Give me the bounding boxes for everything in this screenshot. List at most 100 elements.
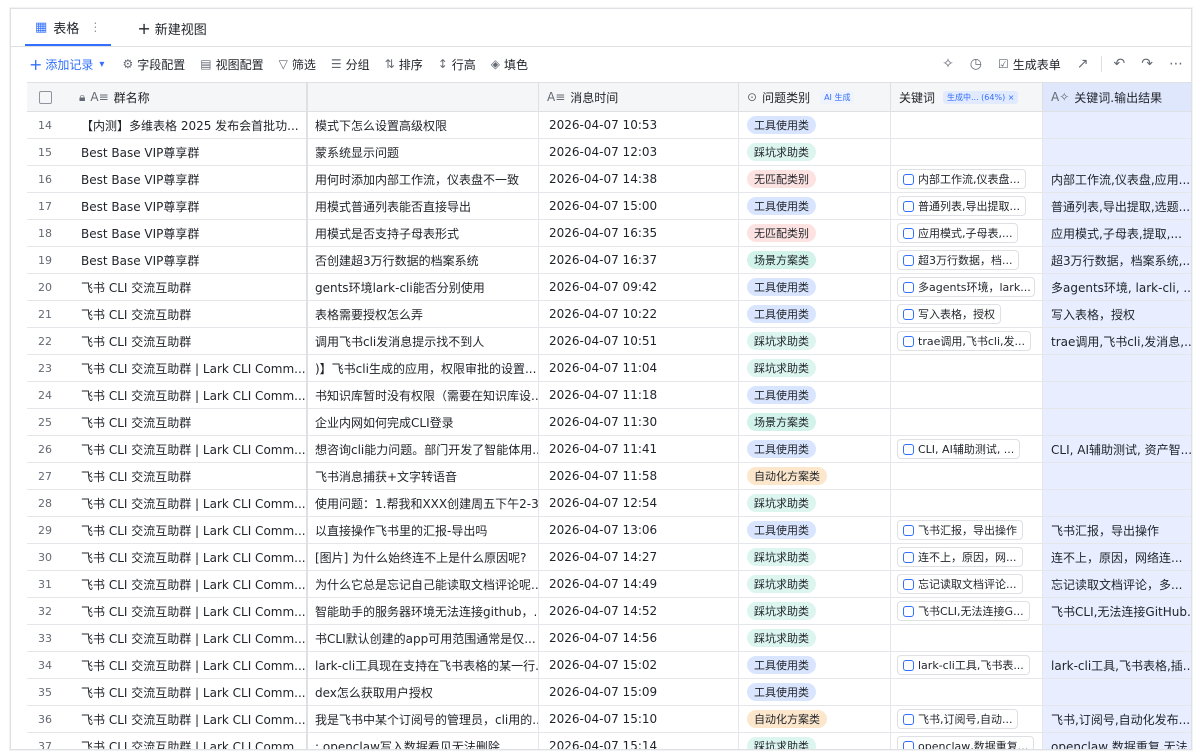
cell-keywords[interactable]: 内部工作流,仪表盘... [891,166,1043,192]
cell-keywords-output[interactable]: 应用模式,子母表,提取,... [1043,220,1191,246]
cell-keywords-output[interactable]: trae调用,飞书cli,发消息,... [1043,328,1191,354]
cell-message-time[interactable]: 2026-04-07 11:41 [539,436,739,462]
cell-message-time[interactable]: 2026-04-07 15:14 [539,733,739,749]
col-keywords-output[interactable]: A✧ 关键词.输出结果 [1043,83,1191,111]
cell-keywords-output[interactable]: 写入表格，授权 [1043,301,1191,327]
cell-keywords-output[interactable]: 普通列表,导出提取,选题... [1043,193,1191,219]
cell-category[interactable]: 工具使用类 [739,679,891,705]
redo-icon[interactable]: ↷ [1141,56,1153,72]
table-row[interactable]: 36 飞书 CLI 交流互助群 | Lark CLI Comm... 我是飞书中某个… [27,706,1191,733]
cell-keywords[interactable]: 忘记读取文档评论... [891,571,1043,597]
col-group-name[interactable]: 🔒︎ A≡ 群名称 [63,83,307,111]
tab-table[interactable]: ▦ 表格 ⋮ [25,10,112,46]
table-row[interactable]: 21 飞书 CLI 交流互助群 表格需要授权怎么弄 2026-04-07 10:22 工… [27,301,1191,328]
cell-message-time[interactable]: 2026-04-07 16:37 [539,247,739,273]
cell-message-time[interactable]: 2026-04-07 12:03 [539,139,739,165]
keyword-chip[interactable]: 飞书,订阅号,自动... [897,709,1019,729]
cell-category[interactable]: 工具使用类 [739,517,891,543]
table-row[interactable]: 34 飞书 CLI 交流互助群 | Lark CLI Comm... lark-cl… [27,652,1191,679]
table-row[interactable]: 17 Best Base VIP尊享群 用模式普通列表能否直接导出 2026-04-0… [27,193,1191,220]
keyword-chip[interactable]: lark-cli工具,飞书表... [897,655,1030,675]
cell-category[interactable]: 工具使用类 [739,274,891,300]
table-row[interactable]: 26 飞书 CLI 交流互助群 | Lark CLI Comm... 想咨询cli能… [27,436,1191,463]
new-view-button[interactable]: + 新建视图 [127,10,216,46]
cell-question[interactable]: gents环境lark-cli能否分别使用 [307,274,539,300]
cell-question[interactable]: 企业内网如何完成CLI登录 [307,409,539,435]
cell-keywords[interactable]: 飞书,订阅号,自动... [891,706,1043,732]
col-keywords[interactable]: 关键词 生成中... (64%) × [891,83,1043,111]
cell-keywords-output[interactable] [1043,463,1191,489]
keyword-chip[interactable]: 写入表格，授权 [897,304,1001,324]
cell-keywords[interactable] [891,625,1043,651]
filter-button[interactable]: ▽ 筛选 [279,56,316,73]
cell-keywords-output[interactable]: openclaw,数据重复,无法... [1043,733,1191,749]
cell-group-name[interactable]: 飞书 CLI 交流互助群 [63,463,307,489]
cell-category[interactable]: 自动化方案类 [739,463,891,489]
cell-message-time[interactable]: 2026-04-07 14:49 [539,571,739,597]
table-row[interactable]: 15 Best Base VIP尊享群 蒙系统显示问题 2026-04-07 12:0… [27,139,1191,166]
cell-question[interactable]: )】飞书cli生成的应用，权限审批的设置... [307,355,539,381]
cell-question[interactable]: 用何时添加内部工作流，仪表盘不一致 [307,166,539,192]
cell-message-time[interactable]: 2026-04-07 10:51 [539,328,739,354]
cell-message-time[interactable]: 2026-04-07 14:38 [539,166,739,192]
cell-keywords[interactable] [891,382,1043,408]
table-row[interactable]: 23 飞书 CLI 交流互助群 | Lark CLI Comm...)】飞书cli… [27,355,1191,382]
cell-keywords[interactable]: openclaw,数据重复... [891,733,1043,749]
cell-group-name[interactable]: 飞书 CLI 交流互助群 | Lark CLI Comm... [63,598,307,624]
cell-keywords[interactable]: 飞书CLI,无法连接G... [891,598,1043,624]
group-button[interactable]: ☰ 分组 [331,56,370,73]
cell-keywords-output[interactable] [1043,625,1191,651]
keyword-chip[interactable]: 多agents环境，lark... [897,277,1035,297]
table-row[interactable]: 33 飞书 CLI 交流互助群 | Lark CLI Comm... 书CLI默认创… [27,625,1191,652]
cell-group-name[interactable]: 飞书 CLI 交流互助群 | Lark CLI Comm... [63,706,307,732]
table-row[interactable]: 30 飞书 CLI 交流互助群 | Lark CLI Comm... [图片] 为什… [27,544,1191,571]
cell-category[interactable]: 工具使用类 [739,652,891,678]
cell-category[interactable]: 工具使用类 [739,301,891,327]
cell-category[interactable]: 无匹配类别 [739,220,891,246]
keyword-chip[interactable]: 飞书汇报，导出操作 [897,520,1023,540]
cell-message-time[interactable]: 2026-04-07 14:56 [539,625,739,651]
cell-message-time[interactable]: 2026-04-07 11:04 [539,355,739,381]
cell-category[interactable]: 踩坑求助类 [739,328,891,354]
table-row[interactable]: 27 飞书 CLI 交流互助群 飞书消息捕获+文字转语音 2026-04-07 11:… [27,463,1191,490]
cell-message-time[interactable]: 2026-04-07 11:30 [539,409,739,435]
cell-question[interactable]: 我是飞书中某个订阅号的管理员，cli用的... [307,706,539,732]
cell-question[interactable]: 调用飞书cli发消息提示找不到人 [307,328,539,354]
select-all-checkbox[interactable] [38,90,52,104]
cell-keywords[interactable]: 写入表格，授权 [891,301,1043,327]
col-question[interactable] [307,83,539,111]
cell-keywords[interactable]: 飞书汇报，导出操作 [891,517,1043,543]
table-row[interactable]: 14 【内测】多维表格 2025 发布会首批功... 模式下怎么设置高级权限 2026… [27,112,1191,139]
undo-icon[interactable]: ↶ [1114,56,1126,72]
cell-question[interactable]: 用模式普通列表能否直接导出 [307,193,539,219]
share-icon[interactable]: ↗ [1077,56,1089,72]
table-row[interactable]: 22 飞书 CLI 交流互助群 调用飞书cli发消息提示找不到人 2026-04-07… [27,328,1191,355]
cell-group-name[interactable]: 飞书 CLI 交流互助群 | Lark CLI Comm... [63,355,307,381]
cell-group-name[interactable]: 飞书 CLI 交流互助群 | Lark CLI Comm... [63,382,307,408]
cell-category[interactable]: 无匹配类别 [739,166,891,192]
cell-message-time[interactable]: 2026-04-07 15:10 [539,706,739,732]
cell-category[interactable]: 踩坑求助类 [739,544,891,570]
cell-keywords-output[interactable]: 忘记读取文档评论，多... [1043,571,1191,597]
fill-color-button[interactable]: ◈ 填色 [491,56,528,73]
cell-keywords-output[interactable] [1043,355,1191,381]
cell-message-time[interactable]: 2026-04-07 11:58 [539,463,739,489]
cell-keywords-output[interactable]: 多agents环境, lark-cli, ... [1043,274,1191,300]
table-row[interactable]: 32 飞书 CLI 交流互助群 | Lark CLI Comm... 智能助手的服务… [27,598,1191,625]
sort-button[interactable]: ⇅ 排序 [385,56,423,73]
cell-group-name[interactable]: 飞书 CLI 交流互助群 | Lark CLI Comm... [63,733,307,749]
table-row[interactable]: 29 飞书 CLI 交流互助群 | Lark CLI Comm... 以直接操作飞书… [27,517,1191,544]
cell-category[interactable]: 场景方案类 [739,247,891,273]
cell-keywords-output[interactable]: 飞书,订阅号,自动化发布... [1043,706,1191,732]
cell-group-name[interactable]: 飞书 CLI 交流互助群 | Lark CLI Comm... [63,544,307,570]
cell-message-time[interactable]: 2026-04-07 14:52 [539,598,739,624]
cell-keywords[interactable]: lark-cli工具,飞书表... [891,652,1043,678]
cell-keywords-output[interactable]: 内部工作流,仪表盘,应用... [1043,166,1191,192]
more-icon[interactable]: ⋯ [1169,56,1183,72]
sparkle-icon[interactable]: ✧ [942,56,954,72]
table-row[interactable]: 25 飞书 CLI 交流互助群 企业内网如何完成CLI登录 2026-04-07 11… [27,409,1191,436]
cell-question[interactable]: 飞书消息捕获+文字转语音 [307,463,539,489]
cell-category[interactable]: 工具使用类 [739,382,891,408]
cell-message-time[interactable]: 2026-04-07 14:27 [539,544,739,570]
cell-keywords-output[interactable]: CLI, AI辅助测试, 资产智... [1043,436,1191,462]
